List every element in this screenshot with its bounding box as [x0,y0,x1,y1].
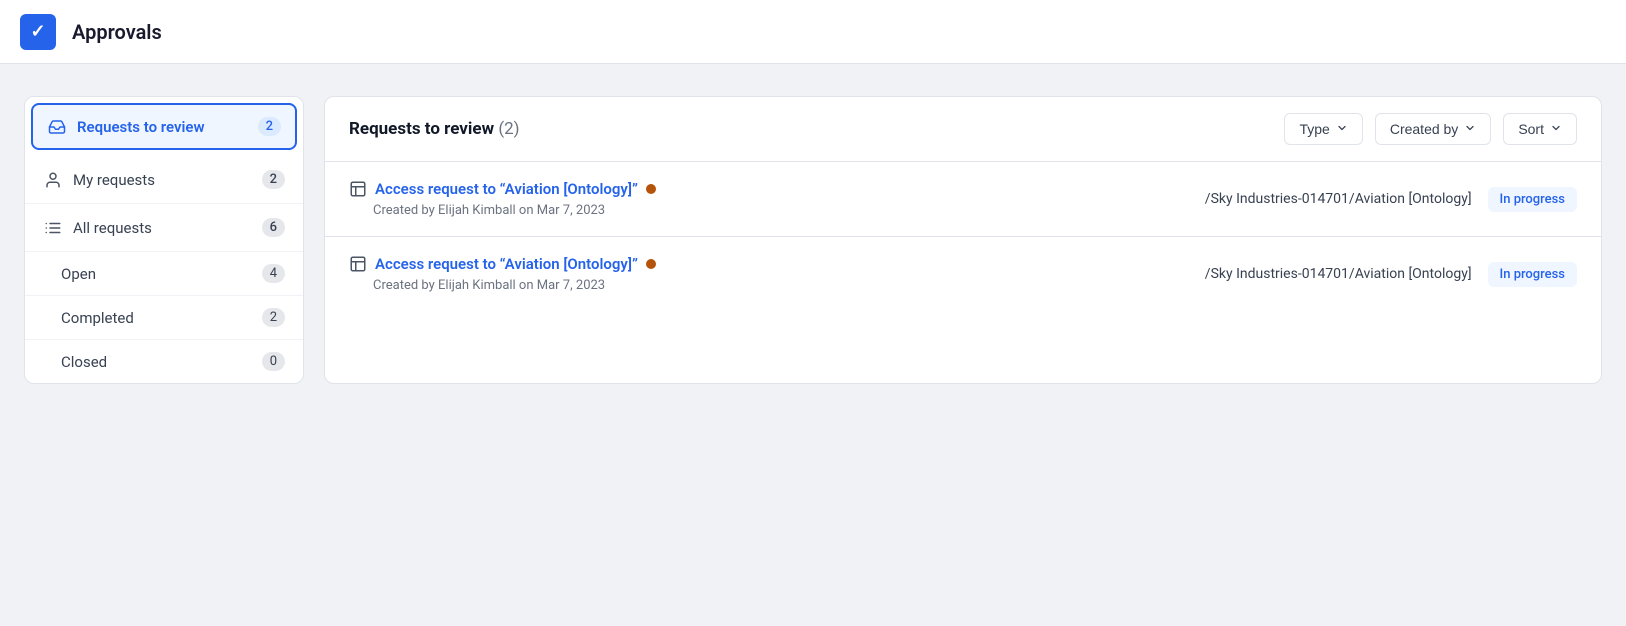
sidebar-badge-all-requests: 6 [262,218,285,237]
sidebar-badge-my-requests: 2 [262,170,285,189]
type-filter-button[interactable]: Type [1284,113,1362,145]
sidebar-item-label-requests-to-review: Requests to review [77,118,248,136]
chevron-down-icon [1336,121,1348,137]
access-request-icon-0 [349,180,367,198]
status-dot-0 [646,184,656,194]
status-dot-1 [646,259,656,269]
sidebar-item-requests-to-review[interactable]: Requests to review 2 [31,103,297,150]
person-icon [43,171,63,189]
request-meta-0: Created by Elijah Kimball on Mar 7, 2023 [349,203,1176,218]
sidebar-sub-badge-open: 4 [262,264,285,283]
panel-header: Requests to review (2) Type Created by [325,97,1601,162]
request-title-row-0: Access request to “Aviation [Ontology]” [349,180,1176,198]
panel-count: (2) [498,119,519,139]
sidebar-item-label-all-requests: All requests [73,219,252,237]
request-title-row-1: Access request to “Aviation [Ontology]” [349,255,1176,273]
request-path-1: /Sky Industries-014701/Aviation [Ontolog… [1192,266,1472,282]
request-path-0: /Sky Industries-014701/Aviation [Ontolog… [1192,191,1472,207]
sidebar-item-my-requests[interactable]: My requests 2 [25,156,303,204]
sidebar-sub-item-closed[interactable]: Closed 0 [25,340,303,383]
status-badge-1: In progress [1488,262,1577,287]
sidebar-item-all-requests[interactable]: All requests 6 [25,204,303,252]
inbox-icon [47,118,67,136]
list-icon [43,219,63,237]
app-icon: ✓ [20,14,56,50]
main-panel: Requests to review (2) Type Created by [324,96,1602,384]
request-row-1: Access request to “Aviation [Ontology]” … [325,237,1601,311]
sort-button[interactable]: Sort [1503,113,1577,145]
request-info-1: Access request to “Aviation [Ontology]” … [349,255,1176,293]
chevron-down-icon-3 [1550,121,1562,137]
app-header: ✓ Approvals [0,0,1626,64]
app-title: Approvals [72,20,162,44]
request-row-0: Access request to “Aviation [Ontology]” … [325,162,1601,237]
sidebar-badge-requests-to-review: 2 [258,117,281,136]
chevron-down-icon-2 [1464,121,1476,137]
created-by-filter-button[interactable]: Created by [1375,113,1491,145]
sidebar-sub-label-completed: Completed [61,309,262,327]
main-content: Requests to review 2 My requests 2 [0,64,1626,416]
request-info-0: Access request to “Aviation [Ontology]” … [349,180,1176,218]
request-title-0[interactable]: Access request to “Aviation [Ontology]” [375,180,638,198]
status-badge-0: In progress [1488,187,1577,212]
sidebar: Requests to review 2 My requests 2 [24,96,304,384]
sidebar-sub-badge-completed: 2 [262,308,285,327]
sidebar-item-label-my-requests: My requests [73,171,252,189]
sidebar-sub-label-closed: Closed [61,353,262,371]
panel-title: Requests to review (2) [349,119,1272,139]
sidebar-sub-items: Open 4 Completed 2 Closed 0 [25,252,303,383]
request-meta-1: Created by Elijah Kimball on Mar 7, 2023 [349,278,1176,293]
sidebar-sub-badge-closed: 0 [262,352,285,371]
access-request-icon-1 [349,255,367,273]
request-title-1[interactable]: Access request to “Aviation [Ontology]” [375,255,638,273]
sidebar-sub-item-completed[interactable]: Completed 2 [25,296,303,340]
sidebar-sub-item-open[interactable]: Open 4 [25,252,303,296]
sidebar-sub-label-open: Open [61,265,262,283]
